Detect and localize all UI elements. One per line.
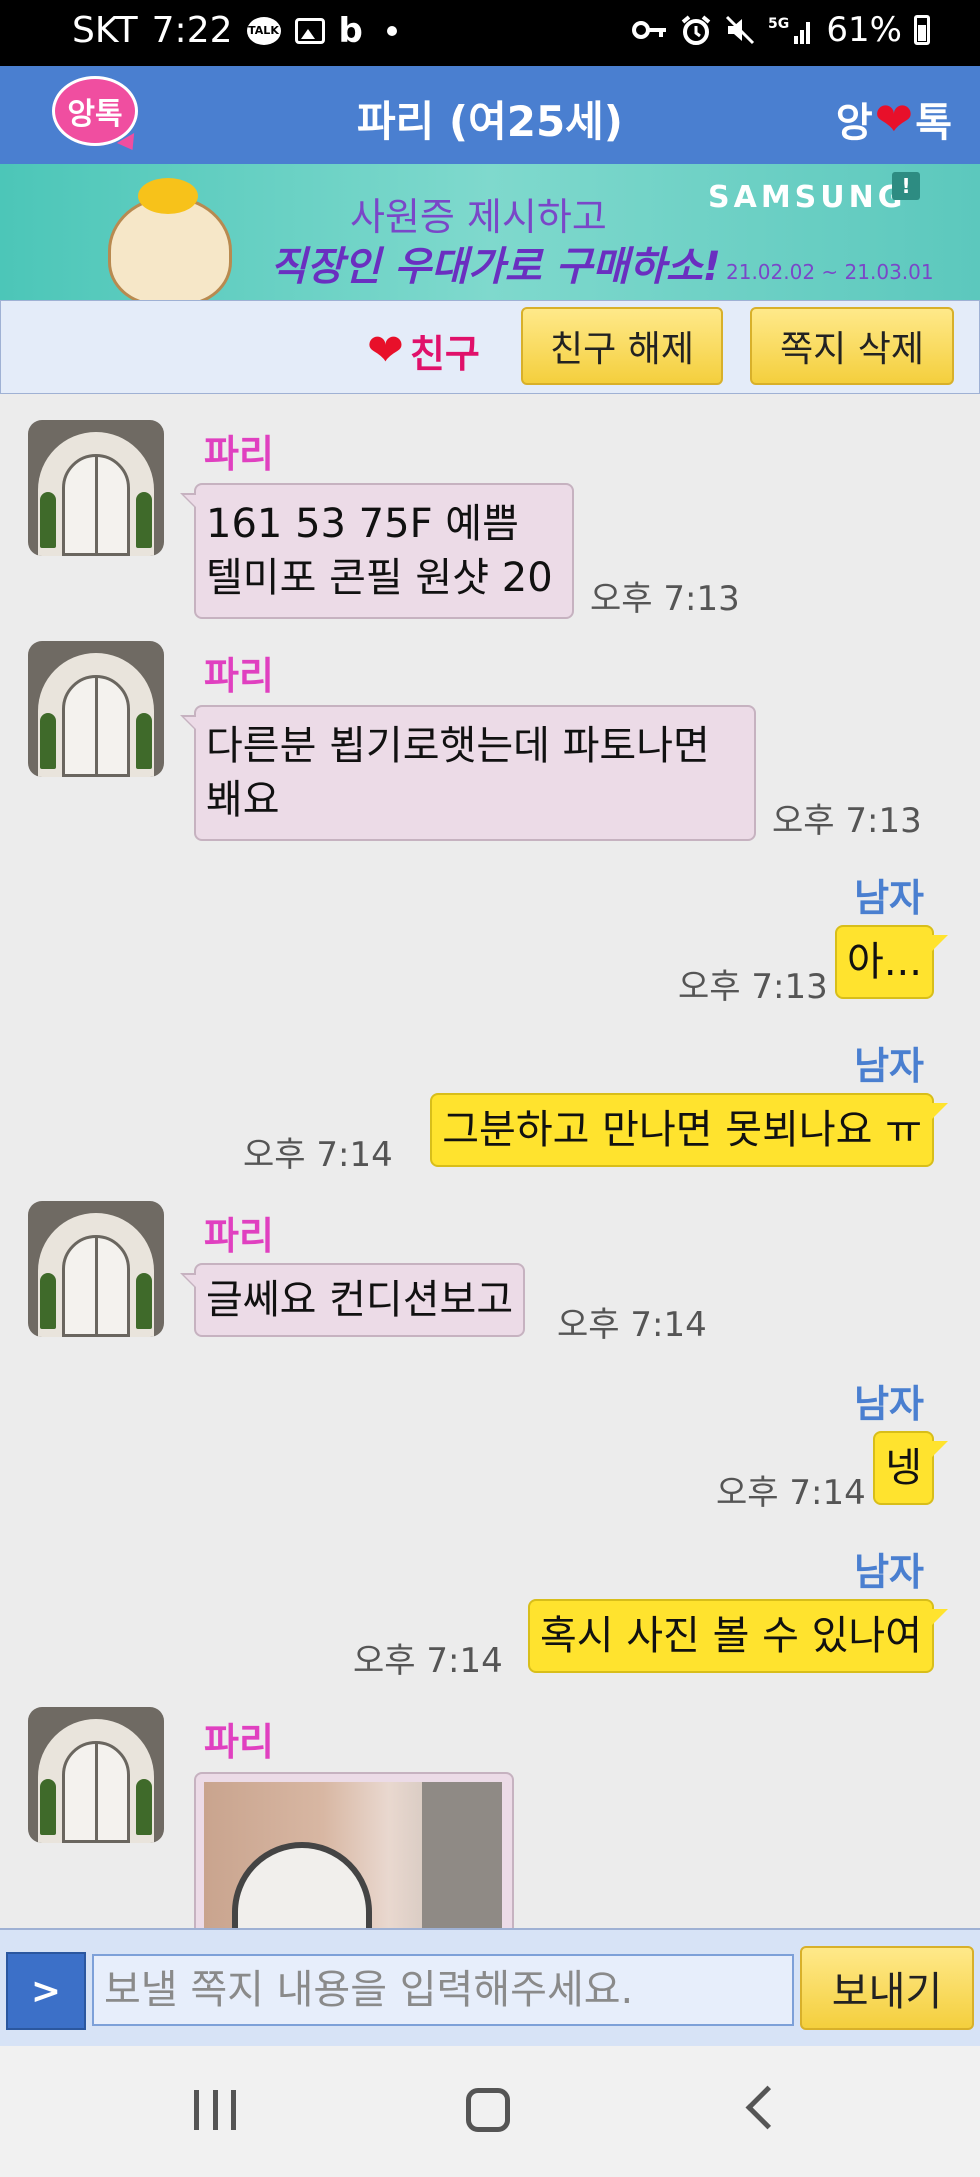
sender-name: 파리 [204,1214,274,1258]
alarm-icon [682,15,711,45]
message-time: 오후 7:13 [678,967,828,1007]
status-bar: SKT 7:22 TALK b 5G 61% [0,0,980,66]
recent-apps-icon[interactable] [194,2090,236,2130]
system-nav-bar [0,2046,980,2177]
message-time: 오후 7:13 [772,801,922,841]
battery-percent: 61% [826,10,902,50]
my-name: 남자 [854,1550,924,1594]
friend-label: 친구 [409,332,480,376]
5g-signal-icon: 5G [768,16,811,44]
page-title: 파리 (여25세) [356,97,624,146]
expand-button[interactable]: > [6,1952,86,2030]
dot-icon [386,25,397,36]
message-bubble[interactable]: 다른분 뵙기로햇는데 파토나면 봬요 [180,705,756,841]
gallery-icon [294,17,325,44]
message-time: 오후 7:14 [716,1473,866,1513]
sender-name: 파리 [204,432,274,476]
ad-subheadline: 직장인 우대가로 구매하소! [270,244,721,290]
message-time: 오후 7:14 [243,1135,393,1175]
svg-text:5G: 5G [768,16,789,32]
status-left: SKT 7:22 TALK b [72,10,397,51]
photo-content [422,1782,502,1928]
delete-message-button[interactable]: 쪽지 삭제 [750,307,954,385]
message-line: 봬요 [206,777,280,823]
battery-icon [914,15,930,45]
mute-icon [726,15,755,45]
unfriend-button[interactable]: 친구 해제 [521,307,723,385]
heart-icon: ❤ [367,325,404,376]
message-bubble[interactable]: 글쎄요 컨디션보고 [179,1263,526,1337]
sender-name: 파리 [204,1720,274,1764]
my-name: 남자 [854,1044,924,1088]
my-message-bubble[interactable]: 혹시 사진 볼 수 있나여 [527,1599,949,1673]
photo-message-bubble[interactable] [194,1772,514,1928]
talk-icon: TALK [246,16,281,45]
my-message-bubble[interactable]: 넹 [873,1431,948,1505]
sender-name: 파리 [204,654,274,698]
action-bar: ❤ 친구 친구 해제 쪽지 삭제 [0,300,980,394]
chat-list[interactable]: 파리 161 53 75F 예쁨 텔미포 콘필 원샷 20 오후 7:13 파리… [0,393,980,1928]
message-line: 텔미포 콘필 원샷 20 [206,555,553,601]
message-bubble[interactable]: 161 53 75F 예쁨 텔미포 콘필 원샷 20 [180,483,574,619]
ad-brand: SAMSUNG [708,180,907,215]
carrier-label: SKT [72,10,138,51]
avatar[interactable] [28,1707,164,1843]
ad-banner[interactable]: 사원증 제시하고 직장인 우대가로 구매하소! SAMSUNG ! 21.02.… [0,164,980,300]
brand-logo: 앙 ❤ 톡 [836,90,952,148]
chat-header: 앙톡 파리 (여25세) 앙 ❤ 톡 [0,66,980,164]
my-message-bubble[interactable]: 아... [835,925,948,999]
message-time: 오후 7:14 [557,1305,707,1345]
my-name: 남자 [854,1382,924,1426]
message-time: 오후 7:14 [353,1641,503,1681]
my-name: 남자 [854,876,924,920]
clock: 7:22 [151,10,233,51]
avatar[interactable] [28,1201,164,1337]
brand-logo-prefix: 앙 [835,100,873,146]
back-icon[interactable] [745,2085,790,2130]
message-input[interactable] [92,1954,794,2026]
ad-headline: 사원증 제시하고 [350,195,607,239]
ad-info-badge[interactable]: ! [892,172,920,200]
key-icon [632,21,667,39]
input-bar: > 보내기 [0,1928,980,2048]
home-icon[interactable] [466,2088,510,2132]
message-line: 161 53 75F 예쁨 [206,501,519,547]
message-time: 오후 7:13 [590,579,740,619]
send-button[interactable]: 보내기 [800,1946,974,2030]
heart-icon: ❤ [874,92,914,146]
bow-icon [138,178,198,214]
brand-logo-suffix: 톡 [915,100,952,146]
photo-content [232,1842,372,1928]
avatar[interactable] [28,641,164,777]
message-photo[interactable] [204,1782,502,1928]
status-right: 5G 61% [632,10,930,50]
my-message-bubble[interactable]: 그분하고 만나면 못뵈나요 ㅠ [430,1093,948,1167]
ad-date: 21.02.02 ~ 21.03.01 [726,260,934,284]
friend-status: ❤ 친구 [367,323,480,378]
band-icon: b [338,10,363,51]
avatar[interactable] [28,420,164,556]
message-line: 다른분 뵙기로햇는데 파토나면 [206,723,710,769]
